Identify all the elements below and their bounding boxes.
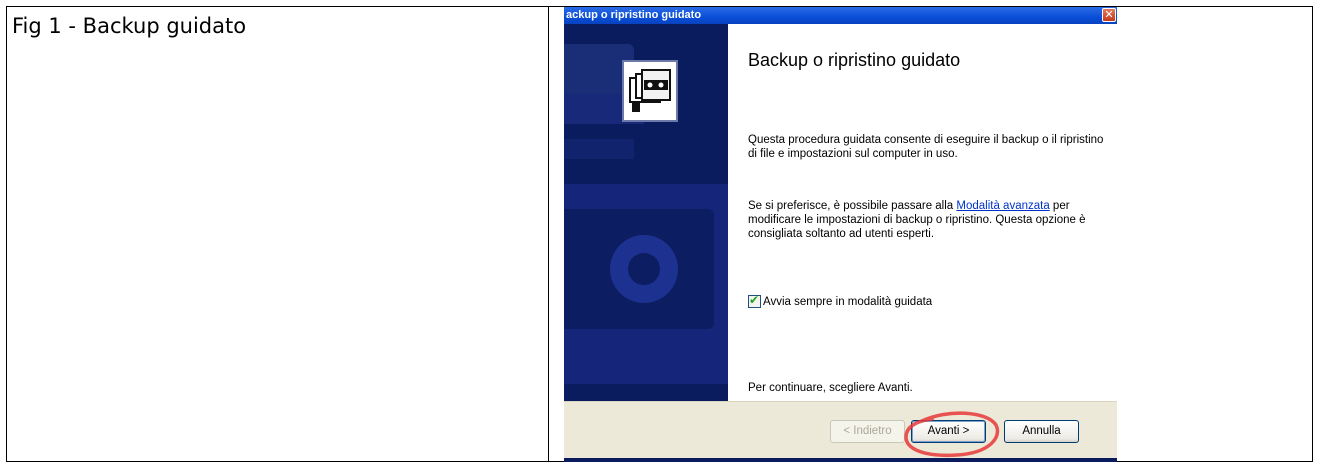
next-button[interactable]: Avanti > (911, 420, 986, 443)
window-titlebar[interactable]: ackup o ripristino guidato ✕ (564, 7, 1117, 24)
checkmark-icon: ✔ (749, 293, 760, 307)
advanced-mode-text: Se si preferisce, è possibile passare al… (748, 199, 1108, 241)
table-divider (548, 6, 549, 462)
dialog-bottom-strip (564, 458, 1117, 462)
close-icon[interactable]: ✕ (1102, 8, 1116, 22)
figure-caption: Fig 1 - Backup guidato (12, 14, 247, 38)
wizard-side-panel (564, 24, 728, 401)
back-button[interactable]: < Indietro (830, 420, 905, 443)
table-left-border (6, 6, 7, 462)
advanced-mode-link[interactable]: Modalità avanzata (956, 200, 1049, 212)
wizard-button-bar: < Indietro Avanti > Annulla (564, 401, 1117, 462)
window-title: ackup o ripristino guidato (566, 9, 702, 21)
backup-tapes-icon (622, 60, 678, 122)
advanced-text-before: Se si preferisce, è possibile passare al… (748, 200, 957, 212)
backup-wizard-dialog: ackup o ripristino guidato ✕ Backup o ri… (564, 7, 1117, 462)
wizard-mode-checkbox-label[interactable]: Avvia sempre in modalità guidata (763, 296, 932, 308)
intro-text: Questa procedura guidata consente di ese… (748, 134, 1104, 160)
wizard-heading: Backup o ripristino guidato (748, 50, 961, 70)
table-right-border (1312, 6, 1313, 462)
wizard-mode-checkbox-row[interactable]: ✔ Avvia sempre in modalità guidata (748, 293, 932, 308)
continue-text: Per continuare, scegliere Avanti. (748, 382, 913, 394)
wizard-content: Backup o ripristino guidato Questa proce… (728, 24, 1117, 401)
cancel-button[interactable]: Annulla (1004, 420, 1079, 443)
wizard-mode-checkbox[interactable]: ✔ (748, 293, 761, 308)
